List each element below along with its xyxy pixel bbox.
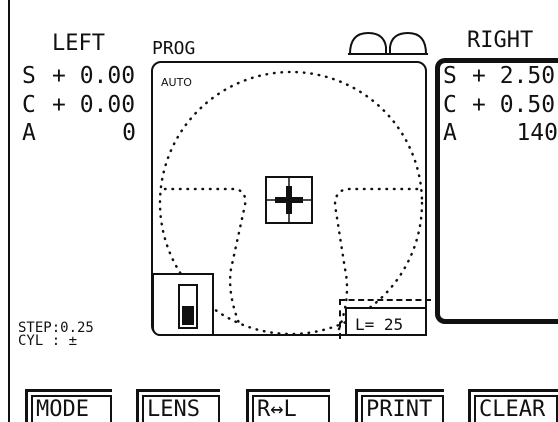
battery-icon (178, 284, 198, 329)
auto-indicator: AUTO (161, 76, 192, 89)
left-axis-value: 0 (122, 120, 136, 146)
right-cylinder-value: + 0.50 (472, 92, 556, 118)
battery-level-fill (182, 306, 194, 325)
print-button-label: PRINT (361, 395, 444, 422)
print-button[interactable]: PRINT (355, 389, 444, 422)
mode-button-label: MODE (31, 395, 112, 422)
left-axis-label: A (22, 120, 36, 146)
left-frame-edge (8, 0, 10, 422)
glasses-icon (348, 31, 428, 55)
swap-right-left-button-label: R↔L (252, 395, 330, 422)
left-lens-title: LEFT (52, 31, 105, 56)
lens-button[interactable]: LENS (136, 389, 220, 422)
lens-button-label: LENS (142, 395, 220, 422)
right-sphere-label: S (443, 63, 457, 89)
cylinder-mode-setting: CYL : ± (18, 333, 78, 349)
right-cylinder-label: C (443, 92, 457, 118)
swap-right-left-button[interactable]: R↔L (246, 389, 330, 422)
l-readout: L= 25 (345, 307, 427, 336)
right-lens-title: RIGHT (467, 28, 534, 53)
clear-button[interactable]: CLEAR (468, 389, 558, 422)
left-sphere-value: + 0.00 (52, 63, 136, 89)
mode-button[interactable]: MODE (25, 389, 112, 422)
left-sphere-label: S (22, 63, 36, 89)
right-axis-value: 140 (516, 120, 558, 146)
mode-label: PROG (152, 38, 196, 59)
clear-button-label: CLEAR (474, 395, 558, 422)
battery-indicator (152, 273, 214, 336)
crosshair-target-icon (265, 176, 313, 224)
left-cylinder-value: + 0.00 (52, 92, 136, 118)
right-sphere-value: + 2.50 (472, 63, 556, 89)
left-cylinder-label: C (22, 92, 36, 118)
right-axis-label: A (443, 120, 457, 146)
